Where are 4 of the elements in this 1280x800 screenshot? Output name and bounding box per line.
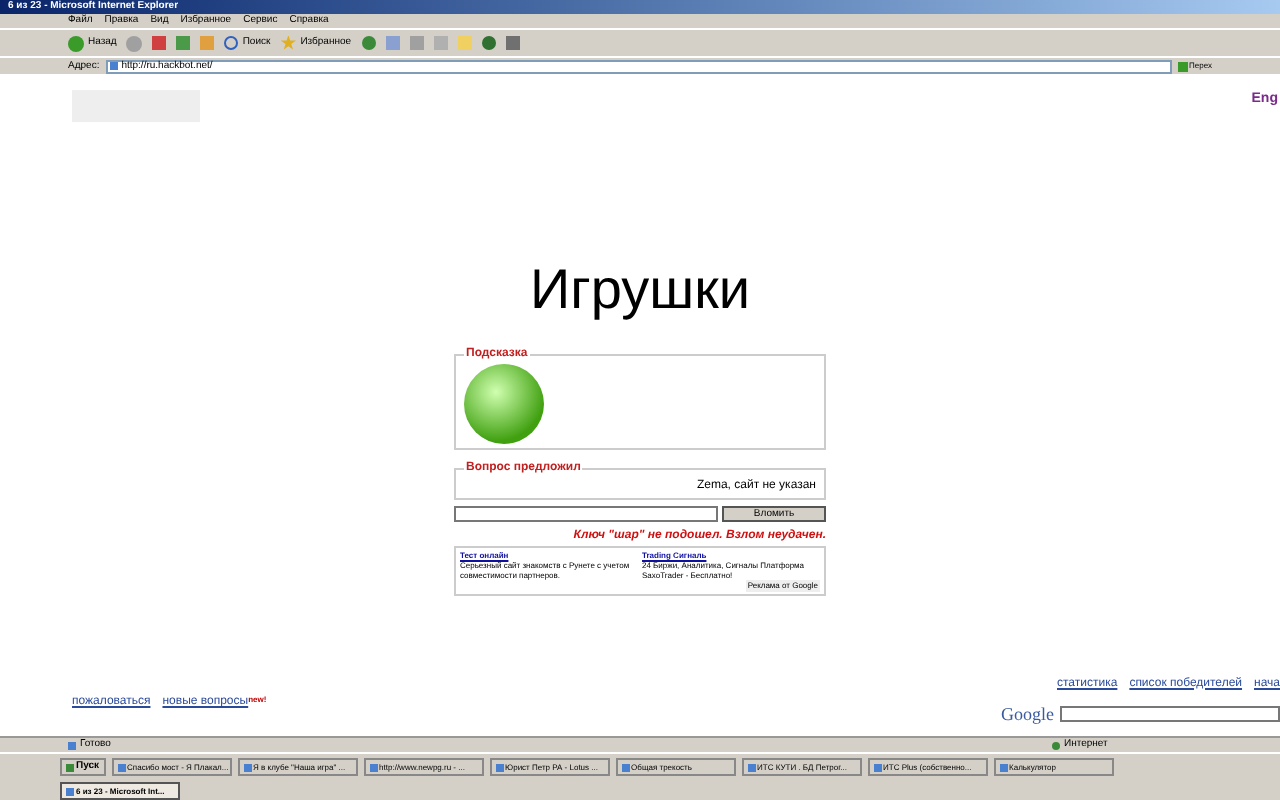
page-heading: Игрушки xyxy=(530,262,750,318)
google-search-field[interactable] xyxy=(1060,706,1280,723)
google-logo: Google xyxy=(1001,701,1054,728)
answer-field[interactable] xyxy=(454,506,718,522)
